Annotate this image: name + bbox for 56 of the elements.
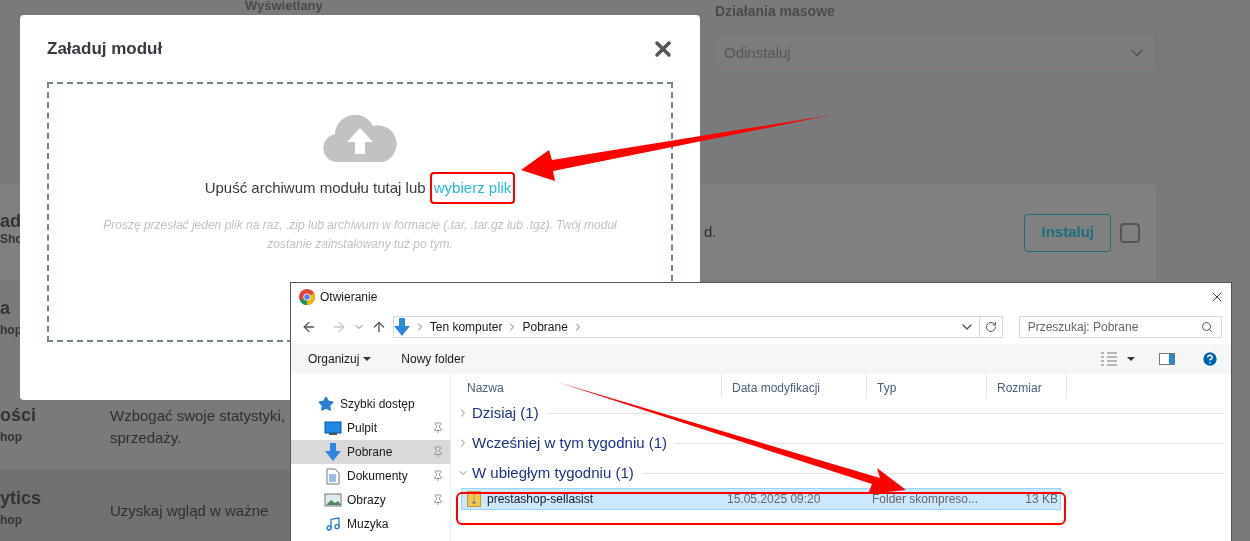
nav-item[interactable]: Pulpit [291, 416, 450, 440]
search-icon [1200, 321, 1213, 333]
breadcrumb-item[interactable]: Ten komputer [429, 319, 503, 335]
refresh-icon[interactable] [984, 321, 997, 333]
checkbox[interactable] [1120, 222, 1140, 243]
back-icon[interactable] [301, 319, 317, 335]
drop-instructions: Upuść archiwum modułu tutaj lub wybierz plik [204, 171, 516, 204]
nav-item[interactable]: Pobrane [291, 440, 450, 464]
file-type: Folder skompreso... [871, 491, 980, 507]
nav-item[interactable]: Obrazy [291, 488, 450, 512]
pin-icon[interactable] [432, 422, 444, 434]
group-header[interactable]: Dzisiaj (1) [457, 398, 1224, 428]
module-description: Uzyskaj wgląd w ważne [110, 501, 269, 521]
group-header[interactable]: Wcześniej w tym tygodniu (1) [457, 428, 1224, 458]
module-description: d. [704, 222, 717, 243]
download-arrow-icon [325, 443, 341, 461]
column-header[interactable]: Typ [867, 374, 987, 398]
search-field[interactable]: Przeszukaj: Pobrane [1018, 316, 1222, 338]
help-icon[interactable] [1201, 350, 1219, 368]
module-vendor: hop [0, 429, 23, 445]
module-title: ytics [0, 488, 43, 508]
upload-hint: Proszę przesłać jeden plik na raz, .zip lub archiwum w formacie (.tar, .tar.gz lub .tgz). Twój moduł zostanie zainstalowany tuż po tym. [102, 217, 618, 253]
address-bar[interactable]: Ten komputer Pobrane [392, 316, 1003, 338]
module-description: Wzbogać swoje statystyki, [110, 406, 286, 426]
nav-item[interactable]: Szybki dostęp [291, 392, 450, 416]
download-arrow-icon [393, 318, 410, 336]
organize-button[interactable]: Organizuj [308, 351, 372, 367]
column-header[interactable]: Data modyfikacji [722, 374, 867, 398]
image-icon [324, 493, 342, 507]
nav-item[interactable]: Muzyka [291, 512, 450, 536]
pin-icon[interactable] [432, 494, 444, 506]
star-icon [318, 396, 334, 412]
preview-pane-icon[interactable] [1159, 353, 1175, 365]
file-name: prestashop-sellasist [487, 491, 594, 507]
cloud-upload-icon [323, 113, 397, 162]
group-header[interactable]: W ubiegłym tygodniu (1) [457, 458, 1224, 488]
nav-item[interactable]: Dokumenty [291, 464, 450, 488]
breadcrumb-item[interactable]: Pobrane [522, 319, 568, 335]
column-header[interactable]: Rozmiar [987, 374, 1067, 398]
browser-logo-icon [299, 288, 315, 305]
monitor-icon [324, 421, 342, 435]
file-row[interactable]: prestashop-sellasist 15.05.2025 09:20 Folder skompreso... 13 KB [461, 488, 1061, 510]
module-title: a [0, 298, 11, 318]
file-size: 13 KB [1024, 491, 1058, 507]
music-note-icon [325, 516, 341, 532]
file-date: 15.05.2025 09:20 [726, 491, 822, 507]
module-description: sprzedaży. [110, 428, 183, 448]
dialog-title: Otwieranie [320, 288, 379, 305]
module-vendor: hop [0, 512, 23, 528]
caret-icon [363, 357, 372, 361]
caret-icon[interactable] [1127, 357, 1135, 361]
new-folder-button[interactable]: Nowy folder [401, 351, 465, 367]
document-icon [326, 467, 340, 485]
module-title: ości [0, 405, 38, 425]
modal-title: Załaduj moduł [47, 38, 163, 60]
pin-icon[interactable] [432, 470, 444, 482]
